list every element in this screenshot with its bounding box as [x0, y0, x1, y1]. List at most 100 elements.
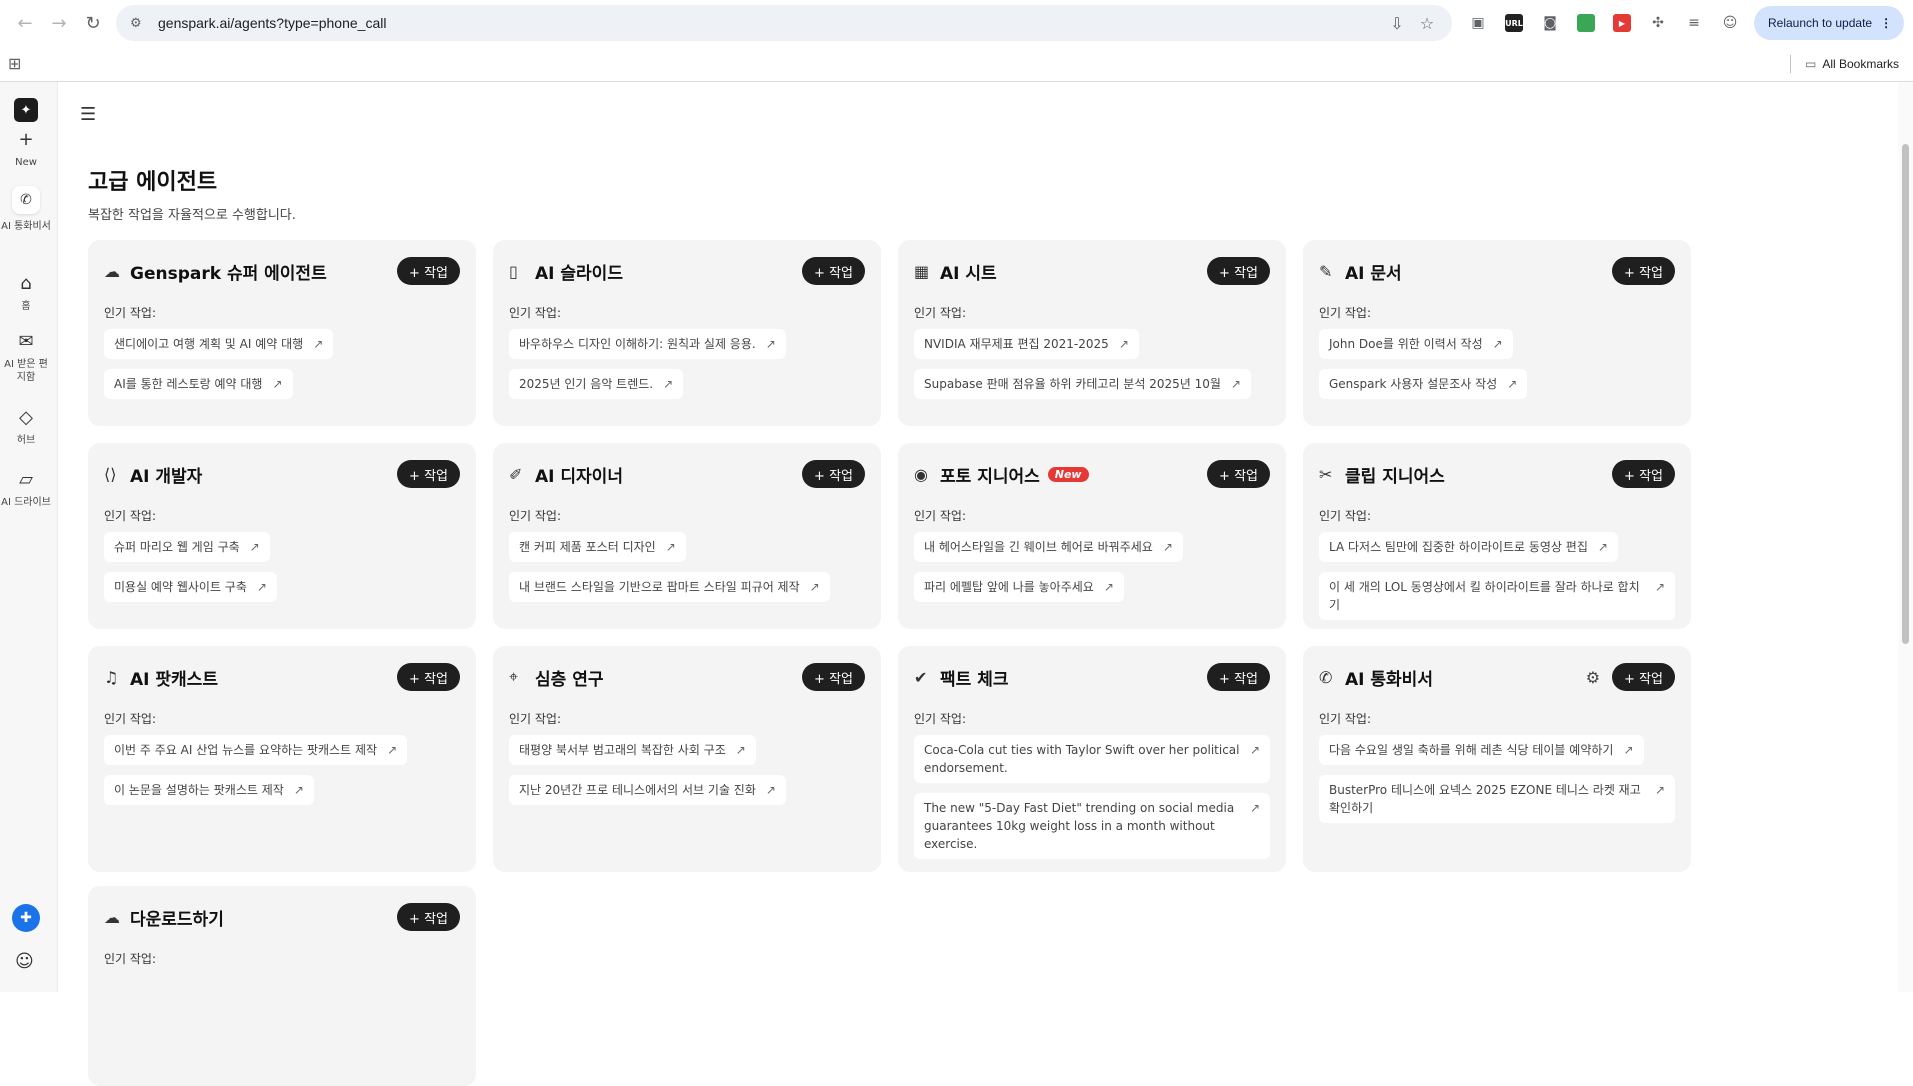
sidebar-item-inbox[interactable]: ✉ AI 받은 편지함 [0, 332, 52, 384]
bookmark-star-icon[interactable]: ☆ [1412, 14, 1442, 33]
sidebar-item-drive[interactable]: ▱ AI 드라이브 [0, 470, 52, 509]
popular-task-chip[interactable]: 지난 20년간 프로 테니스에서의 서브 기술 진화 ↗ [509, 775, 786, 805]
popular-task-chip[interactable]: 슈퍼 마리오 웹 게임 구축 ↗ [104, 532, 270, 562]
cloud-chat-icon: ☁ [104, 261, 120, 281]
gift-icon[interactable]: ✚ [12, 904, 40, 932]
agent-card[interactable]: ✔ 팩트 체크 + 작업 인기 작업: Coca-Cola cut ties with … [898, 646, 1286, 872]
popular-task-chip[interactable]: 내 헤어스타일을 긴 웨이브 헤어로 바꿔주세요 ↗ [914, 532, 1183, 562]
add-task-button[interactable]: + 작업 [802, 663, 865, 691]
agent-card[interactable]: ⌖ 심층 연구 + 작업 인기 작업: 태평양 북서부 범고래의 복잡한 사회 구조 ↗ 지… [493, 646, 881, 872]
agent-card[interactable]: ☁ 다운로드하기 + 작업 인기 작업: [88, 886, 476, 1086]
add-task-button[interactable]: + 작업 [1207, 257, 1270, 285]
extensions-area: ▣ URL ◙ ▶ ✣ ≡ ☺ [1460, 9, 1748, 37]
sidebar-item-home[interactable]: ⌂ 홈 [0, 274, 52, 313]
task-text: 이 논문을 설명하는 팟캐스트 제작 [114, 783, 284, 797]
agent-card[interactable]: ◉ 포토 지니어스 New + 작업 인기 작업: 내 헤어스타일을 긴 웨이브 헤어로 … [898, 443, 1286, 629]
browser-toolbar: ← → ↻ ⚙ genspark.ai/agents?type=phone_ca… [0, 0, 1913, 46]
agent-title: AI 문서 [1345, 263, 1402, 284]
popular-task-chip[interactable]: 이 논문을 설명하는 팟캐스트 제작 ↗ [104, 775, 314, 805]
url-extension-icon[interactable]: URL [1496, 9, 1532, 37]
popular-task-chip[interactable]: Genspark 사용자 설문조사 작성 ↗ [1319, 369, 1528, 399]
agent-card[interactable]: ▯ AI 슬라이드 + 작업 인기 작업: 바우하우스 디자인 이해하기: 원칙과 실제… [493, 240, 881, 426]
relaunch-button[interactable]: Relaunch to update ⋮ [1754, 6, 1905, 40]
sidebar-item-hub[interactable]: ◇ 허브 [0, 408, 52, 447]
media-queue-icon[interactable]: ≡ [1676, 9, 1712, 37]
popular-task-chip[interactable]: Supabase 판매 점유율 하위 카테고리 분석 2025년 10월 ↗ [914, 369, 1251, 399]
add-task-button[interactable]: + 작업 [1612, 460, 1675, 488]
sidebar-item-new[interactable]: + New [0, 130, 52, 169]
install-app-icon[interactable]: ⇩ [1382, 14, 1412, 33]
forward-icon[interactable]: → [42, 6, 76, 40]
popular-task-chip[interactable]: 이번 주 주요 AI 산업 뉴스를 요약하는 팟캐스트 제작 ↗ [104, 735, 408, 765]
extension-green-icon[interactable] [1568, 9, 1604, 37]
popular-task-chip[interactable]: 샌디에이고 여행 계획 및 AI 예약 대행 ↗ [104, 329, 334, 359]
agent-card-header: ✐ AI 디자이너 + 작업 [509, 459, 865, 489]
arrow-up-right-icon: ↗ [293, 783, 304, 797]
popular-task-chip[interactable]: 바우하우스 디자인 이해하기: 원칙과 실제 응용. ↗ [509, 329, 786, 359]
agent-card-header: ⟨⟩ AI 개발자 + 작업 [104, 459, 460, 489]
url-text[interactable]: genspark.ai/agents?type=phone_call [158, 15, 1382, 31]
popular-tasks-label: 인기 작업: [914, 509, 967, 523]
popular-task-chip[interactable]: John Doe를 위한 이력서 작성 ↗ [1319, 329, 1513, 359]
popular-task-chip[interactable]: AI를 통한 레스토랑 예약 대행 ↗ [104, 369, 293, 399]
all-bookmarks-button[interactable]: ▭ All Bookmarks [1789, 54, 1899, 73]
camera-icon[interactable]: ◙ [1532, 9, 1568, 37]
agent-card[interactable]: ☁ Genspark 슈퍼 에이전트 + 작업 인기 작업: 샌디에이고 여행 계획 및… [88, 240, 476, 426]
agent-card[interactable]: ✐ AI 디자이너 + 작업 인기 작업: 캔 커피 제품 포스터 디자인 ↗ 내 브랜드 … [493, 443, 881, 629]
address-bar[interactable]: ⚙ genspark.ai/agents?type=phone_call ⇩ ☆ [116, 5, 1452, 41]
popular-task-chip[interactable]: 이 세 개의 LOL 동영상에서 킬 하이라이트를 잘라 하나로 합치기 ↗ [1319, 572, 1675, 620]
gear-icon[interactable]: ⚙ [1586, 668, 1600, 687]
add-task-button[interactable]: + 작업 [397, 460, 460, 488]
apps-grid-icon[interactable]: ⊞ [8, 54, 21, 73]
youtube-extension-icon[interactable]: ▶ [1604, 9, 1640, 37]
task-chip-wrapper: 내 브랜드 스타일을 기반으로 팝마트 스타일 피규어 제작 ↗ [509, 572, 865, 612]
scrollbar-thumb[interactable] [1902, 144, 1909, 644]
agent-card[interactable]: ✎ AI 문서 + 작업 인기 작업: John Doe를 위한 이력서 작성 ↗ Gens… [1303, 240, 1691, 426]
add-task-button[interactable]: + 작업 [1612, 257, 1675, 285]
add-task-button[interactable]: + 작업 [397, 663, 460, 691]
reload-icon[interactable]: ↻ [76, 6, 110, 40]
task-chip-wrapper: Supabase 판매 점유율 하위 카테고리 분석 2025년 10월 ↗ [914, 369, 1270, 409]
genspark-logo[interactable]: ✦ [14, 98, 38, 122]
task-chip-wrapper: NVIDIA 재무제표 편집 2021-2025 ↗ [914, 329, 1270, 369]
popular-task-chip[interactable]: 태평양 북서부 범고래의 복잡한 사회 구조 ↗ [509, 735, 756, 765]
task-text: Coca-Cola cut ties with Taylor Swift ove… [924, 743, 1240, 775]
add-task-button[interactable]: + 작업 [397, 903, 460, 931]
podcast-icon: ♫ [104, 667, 119, 687]
user-icon[interactable]: ☺ [15, 951, 34, 972]
popular-task-chip[interactable]: 파리 에펠탑 앞에 나를 놓아주세요 ↗ [914, 572, 1124, 602]
slides-icon: ▯ [509, 261, 518, 281]
agent-card[interactable]: ♫ AI 팟캐스트 + 작업 인기 작업: 이번 주 주요 AI 산업 뉴스를 요약하는… [88, 646, 476, 872]
popular-task-chip[interactable]: 미용실 예약 웹사이트 구축 ↗ [104, 572, 277, 602]
add-task-button[interactable]: + 작업 [1612, 663, 1675, 691]
popular-task-chip[interactable]: NVIDIA 재무제표 편집 2021-2025 ↗ [914, 329, 1139, 359]
add-task-button[interactable]: + 작업 [397, 257, 460, 285]
add-task-button[interactable]: + 작업 [802, 257, 865, 285]
popular-task-chip[interactable]: 내 브랜드 스타일을 기반으로 팝마트 스타일 피규어 제작 ↗ [509, 572, 830, 602]
sidebar-item-phone-call[interactable]: ✆ AI 통화비서 [0, 186, 52, 233]
task-chip-wrapper: 미용실 예약 웹사이트 구축 ↗ [104, 572, 460, 612]
agent-card[interactable]: ✆ AI 통화비서 ⚙ + 작업 인기 작업: 다음 수요일 생일 축하를 위해 레촌 식… [1303, 646, 1691, 872]
agent-card[interactable]: ✂ 클립 지니어스 + 작업 인기 작업: LA 다저스 팀만에 집중한 하이라이트로 … [1303, 443, 1691, 629]
popular-task-chip[interactable]: The new "5-Day Fast Diet" trending on so… [914, 793, 1270, 859]
puzzle-icon[interactable]: ✣ [1640, 9, 1676, 37]
back-icon[interactable]: ← [8, 6, 42, 40]
popular-task-chip[interactable]: 캔 커피 제품 포스터 디자인 ↗ [509, 532, 686, 562]
popular-task-chip[interactable]: 다음 수요일 생일 축하를 위해 레촌 식당 테이블 예약하기 ↗ [1319, 735, 1644, 765]
menu-toggle-icon[interactable]: ☰ [80, 104, 96, 125]
add-task-button[interactable]: + 작업 [1207, 663, 1270, 691]
arrow-up-right-icon: ↗ [765, 337, 776, 351]
tab-search-icon[interactable]: ▣ [1460, 9, 1496, 37]
popular-task-chip[interactable]: 2025년 인기 음악 트렌드. ↗ [509, 369, 684, 399]
profile-avatar[interactable]: ☺ [1712, 9, 1748, 37]
task-chip-wrapper: The new "5-Day Fast Diet" trending on so… [914, 793, 1270, 859]
add-task-button[interactable]: + 작업 [802, 460, 865, 488]
agent-card-header: ✔ 팩트 체크 + 작업 [914, 662, 1270, 692]
agent-card[interactable]: ⟨⟩ AI 개발자 + 작업 인기 작업: 슈퍼 마리오 웹 게임 구축 ↗ 미용실 예약 … [88, 443, 476, 629]
popular-task-chip[interactable]: Coca-Cola cut ties with Taylor Swift ove… [914, 735, 1270, 783]
add-task-button[interactable]: + 작업 [1207, 460, 1270, 488]
popular-task-chip[interactable]: BusterPro 테니스에 요넥스 2025 EZONE 테니스 라켓 재고 … [1319, 775, 1675, 823]
site-settings-icon[interactable]: ⚙ [130, 16, 150, 31]
agent-card[interactable]: ▦ AI 시트 + 작업 인기 작업: NVIDIA 재무제표 편집 2021-2025… [898, 240, 1286, 426]
popular-task-chip[interactable]: LA 다저스 팀만에 집중한 하이라이트로 동영상 편집 ↗ [1319, 532, 1618, 562]
